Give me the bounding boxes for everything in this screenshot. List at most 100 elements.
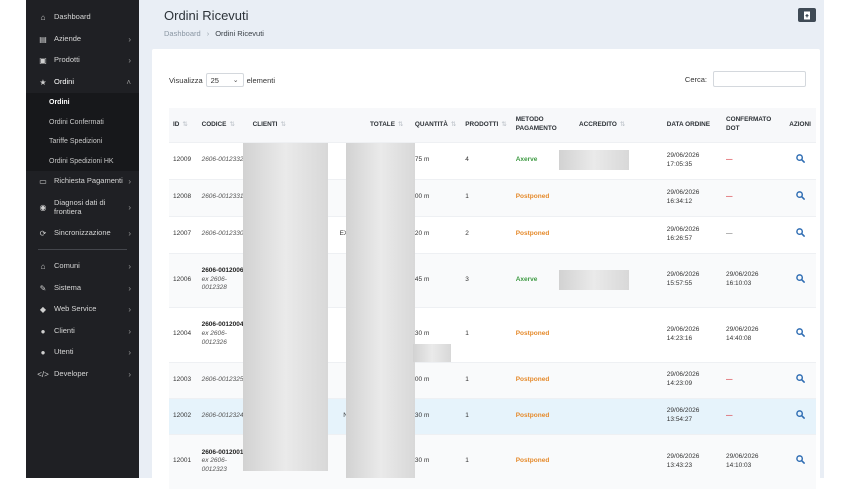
chart-icon: ▤: [39, 34, 47, 44]
order-code-current: 2606-0012001: [201, 448, 244, 456]
order-id-cell: 12009: [169, 141, 198, 179]
order-id-cell: 12002: [169, 397, 198, 434]
sidebar-item-dashboard[interactable]: ⌂ Dashboard: [26, 7, 139, 29]
column-header-label: DATA ORDINE: [666, 120, 710, 128]
redaction-block: [559, 270, 629, 290]
sidebar-item-label: Sistema: [54, 282, 82, 292]
sidebar-item-web-service[interactable]: ◆ Web Service ›: [26, 299, 139, 321]
credit-cell: [575, 306, 663, 362]
sidebar-item-clienti[interactable]: ● Clienti ›: [26, 321, 139, 343]
sidebar-item-richiesta-pagamenti[interactable]: ▭ Richiesta Pagamenti ›: [26, 171, 139, 193]
column-header-label: CONFERMATO DOT: [725, 116, 772, 132]
submenu-item-ordini-confermati[interactable]: Ordini Confermati: [26, 113, 139, 133]
column-header-label: ACCREDITO: [579, 120, 617, 128]
search-icon[interactable]: [796, 328, 806, 341]
sidebar-item-label: Prodotti: [54, 55, 80, 65]
sync-icon: ⟳: [39, 228, 47, 238]
search-icon[interactable]: [796, 273, 806, 287]
column-header-confermato-dot[interactable]: CONFERMATO DOT: [721, 108, 786, 142]
page-title: Ordini Ricevuti: [164, 8, 249, 23]
elements-label: elementi: [246, 75, 275, 85]
page-size-control: Visualizza 25 ⌄ elementi: [169, 73, 275, 87]
sidebar-item-label: Aziende: [54, 33, 82, 43]
confirmed-dot-cell: —: [721, 361, 786, 398]
actions-cell: [785, 141, 816, 179]
search-input[interactable]: [713, 71, 806, 87]
sort-icon: ⇅: [397, 120, 404, 128]
chevron-right-icon: ›: [128, 326, 131, 336]
actions-cell: [785, 215, 816, 253]
breadcrumb-home[interactable]: Dashboard: [164, 29, 201, 38]
submenu-item-ordini[interactable]: Ordini: [26, 93, 139, 113]
sidebar-item-developer[interactable]: </> Developer ›: [26, 364, 139, 386]
sidebar-item-label: Richiesta Pagamenti: [54, 176, 123, 186]
search-icon[interactable]: [796, 228, 806, 241]
chevron-right-icon: ›: [128, 177, 131, 187]
order-code-cell: 2606-0012330: [197, 215, 249, 253]
column-header-totale[interactable]: TOTALE ⇅: [366, 108, 411, 142]
dashboard-icon: ⌂: [40, 13, 46, 23]
column-header-data-ordine[interactable]: DATA ORDINE: [662, 108, 722, 142]
export-button[interactable]: [798, 8, 816, 22]
order-code: 2606-0012324: [201, 411, 244, 419]
payment-method-badge: Postponed: [511, 361, 575, 398]
main-content: Ordini Ricevuti Dashboard › Ordini Ricevut…: [139, 0, 824, 489]
submenu-item-ordini-spedizioni-hk[interactable]: Ordini Spedizioni HK: [26, 152, 139, 172]
order-code: 2606-0012332: [201, 156, 244, 164]
sidebar-item-prodotti[interactable]: ▣ Prodotti ›: [26, 50, 139, 72]
order-code-current: 2606-0012006: [201, 266, 244, 274]
submenu-item-tariffe-spedizioni[interactable]: Tariffe Spedizioni: [26, 132, 139, 152]
order-date-cell: 29/06/2026 14:23:16: [662, 306, 722, 362]
sidebar-item-sincronizzazione[interactable]: ⟳ Sincronizzazione ›: [26, 223, 139, 245]
column-header-quantit[interactable]: QUANTITÀ ⇅: [410, 108, 462, 142]
order-code-cell: 2606-0012004 ex 2606-0012326: [197, 306, 249, 362]
products-cell: 3: [461, 252, 512, 307]
chevron-right-icon: ›: [128, 34, 131, 44]
search-control: Cerca:: [685, 71, 806, 87]
search-icon[interactable]: [796, 373, 806, 387]
user-icon: ●: [40, 326, 46, 336]
products-cell: 1: [461, 397, 512, 434]
chevron-right-icon: ›: [128, 203, 131, 212]
sidebar-item-aziende[interactable]: ▤ Aziende ›: [26, 29, 139, 51]
column-header-accredito[interactable]: ACCREDITO ⇅: [575, 108, 663, 142]
order-code-previous: ex 2606-0012328: [201, 275, 227, 292]
order-date-cell: 29/06/2026 16:34:12: [662, 178, 722, 216]
sort-icon: ⇅: [280, 120, 286, 128]
page-size-select[interactable]: 25 ⌄: [205, 73, 244, 87]
actions-cell: [785, 361, 816, 398]
sidebar-item-label: Dashboard: [54, 12, 91, 22]
shield-icon: ◆: [39, 305, 47, 315]
order-code-previous: ex 2606-0012326: [201, 330, 227, 346]
column-header-azioni[interactable]: AZIONI: [785, 108, 816, 142]
order-id-cell: 12001: [169, 433, 198, 489]
quantity-cell: 30 m: [410, 397, 462, 434]
credit-cell: [575, 178, 663, 216]
search-icon[interactable]: [796, 191, 806, 204]
sidebar-item-utenti[interactable]: ● Utenti ›: [26, 342, 139, 364]
actions-cell: [785, 252, 816, 307]
search-icon[interactable]: [796, 455, 806, 468]
sidebar-item-diagnosi-dati-di-frontiera[interactable]: ◉ Diagnosi dati di frontiera ›: [26, 193, 139, 223]
sidebar: ⌂ Dashboard ▤ Aziende › ▣ Prodotti › ★ Ordini ˄ Or…: [26, 0, 139, 478]
sidebar-item-sistema[interactable]: ✎ Sistema ›: [26, 278, 139, 300]
chevron-right-icon: ›: [128, 305, 131, 315]
actions-cell: [785, 178, 816, 216]
search-icon[interactable]: [796, 409, 806, 423]
sidebar-item-ordini[interactable]: ★ Ordini ˄: [26, 72, 139, 94]
column-header-label: TOTALE: [370, 120, 395, 128]
products-cell: 1: [461, 433, 512, 489]
page-size-value: 25: [210, 75, 219, 85]
sidebar-item-comuni[interactable]: ⌂ Comuni ›: [26, 256, 139, 278]
redaction-block: [413, 344, 451, 362]
column-header-codice[interactable]: CODICE ⇅: [197, 108, 249, 142]
redaction-block: [559, 150, 629, 170]
column-header-metodo-pagamento[interactable]: METODO PAGAMENTO: [511, 108, 575, 142]
star-icon: ★: [39, 77, 47, 87]
search-icon[interactable]: [796, 154, 806, 167]
column-header-prodotti[interactable]: PRODOTTI ⇅: [461, 108, 512, 142]
sort-icon: ⇅: [229, 120, 235, 128]
column-header-id[interactable]: ID ⇅: [169, 108, 198, 142]
sidebar-item-label: Utenti: [54, 347, 74, 357]
column-header-clienti[interactable]: CLIENTI ⇅: [248, 108, 366, 142]
